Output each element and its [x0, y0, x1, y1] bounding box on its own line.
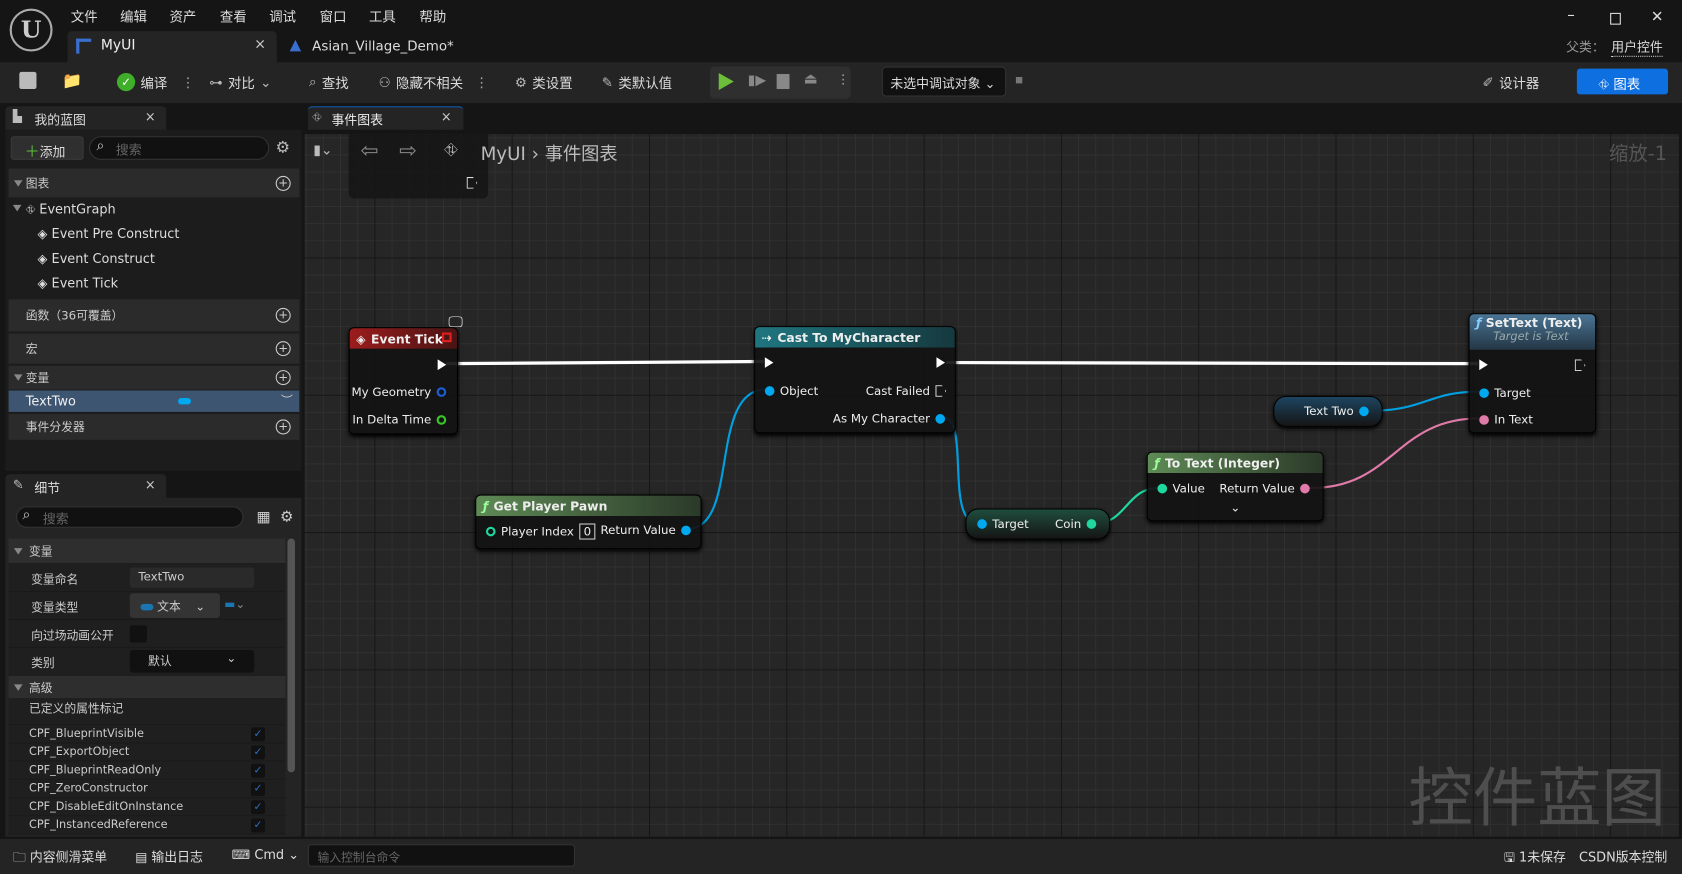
function-icon: ƒ: [482, 498, 489, 514]
node-event-tick[interactable]: ◈ Event Tick 🖵 My Geometry In Delta Time: [348, 314, 463, 435]
chevron-down-icon: ⌄: [288, 847, 299, 863]
content-drawer-label: 内容侧滑菜单: [29, 849, 108, 865]
event-diamond-icon: ◈: [356, 330, 366, 346]
exec-out-pin[interactable]: [936, 357, 946, 368]
unsaved-label: 1未保存: [1519, 849, 1566, 865]
console-placeholder: 输入控制台命令: [317, 850, 401, 865]
pin-in-text[interactable]: In Text: [1479, 413, 1533, 427]
function-icon: ƒ: [1476, 315, 1482, 331]
monitor-icon: 🖵: [448, 314, 463, 332]
exec-out-pin[interactable]: [1574, 359, 1586, 372]
wires: [446, 359, 1481, 530]
save-star-icon: 🖫: [1503, 849, 1515, 865]
pin-return-value[interactable]: Return Value: [1219, 482, 1310, 496]
node-set-text[interactable]: ƒ SetText (Text) Target is Text Target In…: [1468, 313, 1597, 434]
node-title: SetText (Text): [1485, 315, 1583, 331]
pin-my-geometry[interactable]: My Geometry: [351, 385, 447, 399]
exec-out-pin[interactable]: [437, 359, 447, 371]
pin-target[interactable]: Target: [977, 517, 1029, 531]
source-control-label: CSDN版本控制: [1579, 849, 1668, 865]
node-title: To Text (Integer): [1164, 455, 1280, 471]
function-icon: ƒ: [1154, 455, 1160, 471]
node-to-text-integer[interactable]: ƒ To Text (Integer) Value Return Value ⌄: [1146, 451, 1324, 522]
node-subtitle: Target is Text: [1493, 330, 1569, 344]
pin-object[interactable]: Object: [764, 384, 818, 398]
content-drawer-button[interactable]: 🗀 内容侧滑菜单: [13, 847, 107, 870]
exec-wire: [446, 359, 764, 366]
player-index-input[interactable]: 0: [579, 523, 596, 540]
output-log-label: 输出日志: [151, 849, 203, 865]
exec-in-pin[interactable]: [1479, 359, 1488, 371]
node-cast-to-mycharacter[interactable]: ⇢ Cast To MyCharacter Object Cast Failed …: [754, 326, 956, 434]
pin-player-index[interactable]: Player Index 0: [485, 523, 596, 540]
pin-coin[interactable]: Coin: [1055, 517, 1097, 531]
breakpoint-icon[interactable]: [441, 332, 452, 343]
cmd-dropdown[interactable]: ⌨ Cmd ⌄: [232, 847, 299, 862]
source-control-button[interactable]: CSDN版本控制: [1579, 847, 1667, 865]
output-log-icon: ▤: [135, 849, 148, 865]
pin-in-delta-time[interactable]: In Delta Time: [352, 413, 447, 427]
node-title: Event Tick: [371, 330, 443, 346]
object-wire: [1367, 390, 1481, 412]
node-title: Get Player Pawn: [493, 498, 608, 514]
terminal-icon: ⌨: [231, 847, 251, 863]
pin-value[interactable]: Value: [1157, 482, 1205, 496]
node-title: Cast To MyCharacter: [777, 329, 921, 345]
cast-icon: ⇢: [761, 329, 772, 345]
unsaved-button[interactable]: 🖫 1未保存: [1504, 847, 1566, 870]
console-input[interactable]: 输入控制台命令: [307, 844, 575, 867]
output-log-button[interactable]: ▤ 输出日志: [135, 847, 203, 865]
chevron-down-icon[interactable]: ⌄: [1230, 501, 1240, 515]
pin-target[interactable]: Target: [1479, 386, 1531, 400]
node-get-text-two[interactable]: Text Two: [1273, 395, 1383, 427]
pin-text-two[interactable]: Text Two: [1304, 404, 1369, 418]
exec-wire: [946, 360, 1479, 366]
pin-as-my-character[interactable]: As My Character: [833, 412, 946, 426]
pin-cast-failed[interactable]: Cast Failed: [866, 384, 947, 398]
content-drawer-icon: 🗀: [12, 849, 26, 865]
node-get-player-pawn[interactable]: ƒ Get Player Pawn Player Index 0 Return Va…: [475, 494, 702, 550]
cmd-label: Cmd: [254, 847, 285, 863]
exec-in-pin[interactable]: [764, 357, 774, 368]
text-wire: [1309, 417, 1481, 490]
pin-return-value[interactable]: Return Value: [600, 523, 691, 537]
node-get-coin[interactable]: Target Coin: [965, 508, 1111, 540]
